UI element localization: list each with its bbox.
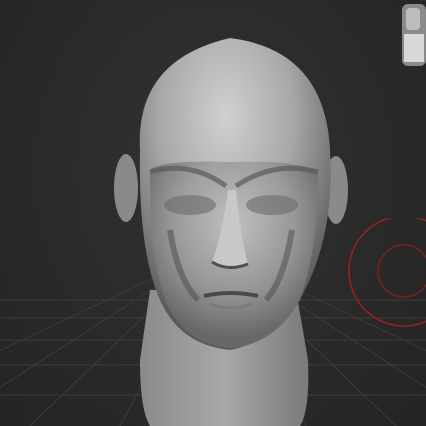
right-eye xyxy=(246,195,298,215)
3d-viewport[interactable] xyxy=(0,0,426,426)
head-model[interactable] xyxy=(0,0,426,426)
left-eye xyxy=(164,195,216,215)
brush-radius-circle-icon xyxy=(348,218,426,327)
view-orientation-head-icon[interactable] xyxy=(400,0,426,72)
left-ear xyxy=(114,154,138,222)
